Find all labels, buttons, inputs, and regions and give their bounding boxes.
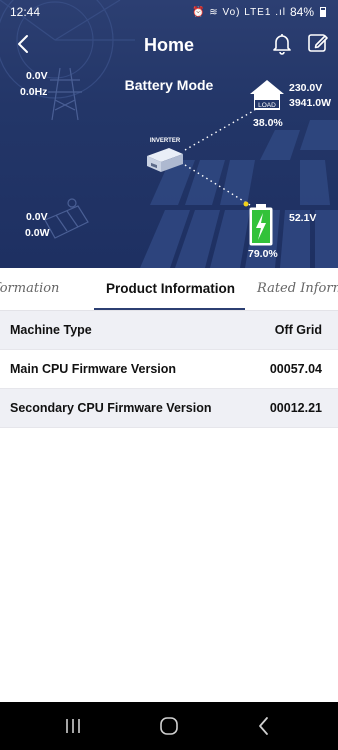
back-nav-icon[interactable]: [252, 714, 276, 738]
tab-rated-information[interactable]: Rated Inform: [257, 281, 338, 296]
load-voltage: 230.0V: [289, 82, 323, 94]
load-percent: 38.0%: [253, 117, 283, 129]
status-time: 12:44: [10, 5, 41, 19]
signal-icons: ⏰ ≋ Vo) LTE1 .ıl: [192, 6, 286, 18]
inverter: INVERTER: [143, 138, 187, 180]
operating-mode: Battery Mode: [124, 77, 214, 93]
load-power: 3941.0W: [289, 97, 332, 109]
load-house-icon: LOAD: [250, 80, 284, 110]
secondary-cpu-firmware-label: Secondary CPU Firmware Version: [10, 401, 212, 415]
list-item: Main CPU Firmware Version 00057.04: [0, 350, 338, 389]
edit-icon[interactable]: [306, 31, 330, 55]
battery-status-icon: [320, 7, 326, 17]
main-cpu-firmware-value: 00057.04: [269, 362, 322, 376]
list-item: Secondary CPU Firmware Version 00012.21: [0, 389, 338, 428]
product-info-list: Machine Type Off Grid Main CPU Firmware …: [0, 311, 338, 428]
recent-apps-icon[interactable]: [61, 714, 85, 738]
energy-flow-panel: 12:44 ⏰ ≋ Vo) LTE1 .ıl 84% Home Battery …: [0, 0, 338, 268]
machine-type-label: Machine Type: [10, 323, 92, 337]
bell-icon[interactable]: [270, 31, 294, 55]
status-bar: 12:44 ⏰ ≋ Vo) LTE1 .ıl 84%: [0, 0, 338, 24]
tab-product-information[interactable]: Product Information: [106, 281, 235, 296]
inverter-icon: [147, 148, 183, 172]
info-tabs: c Information Product Information Rated …: [0, 268, 338, 311]
secondary-cpu-firmware-value: 00012.21: [269, 401, 322, 415]
tab-basic-information[interactable]: c Information: [0, 281, 59, 296]
solar-voltage: 0.0V: [26, 211, 48, 223]
solar-power: 0.0W: [25, 227, 50, 239]
battery-percent-level: 79.0%: [248, 248, 278, 260]
machine-type-value: Off Grid: [274, 323, 322, 337]
list-item: Machine Type Off Grid: [0, 311, 338, 350]
load-badge-label: LOAD: [258, 102, 276, 109]
status-icons: ⏰ ≋ Vo) LTE1 .ıl 84%: [192, 5, 326, 19]
system-navigation-bar: [0, 702, 338, 750]
battery-voltage: 52.1V: [289, 212, 317, 224]
grid-voltage: 0.0V: [26, 70, 48, 82]
main-cpu-firmware-label: Main CPU Firmware Version: [10, 362, 177, 376]
home-icon[interactable]: [157, 714, 181, 738]
top-nav: Home: [0, 28, 338, 62]
grid-frequency: 0.0Hz: [20, 86, 48, 98]
battery-charging-icon: [249, 204, 273, 246]
battery-percent: 84%: [289, 5, 314, 19]
